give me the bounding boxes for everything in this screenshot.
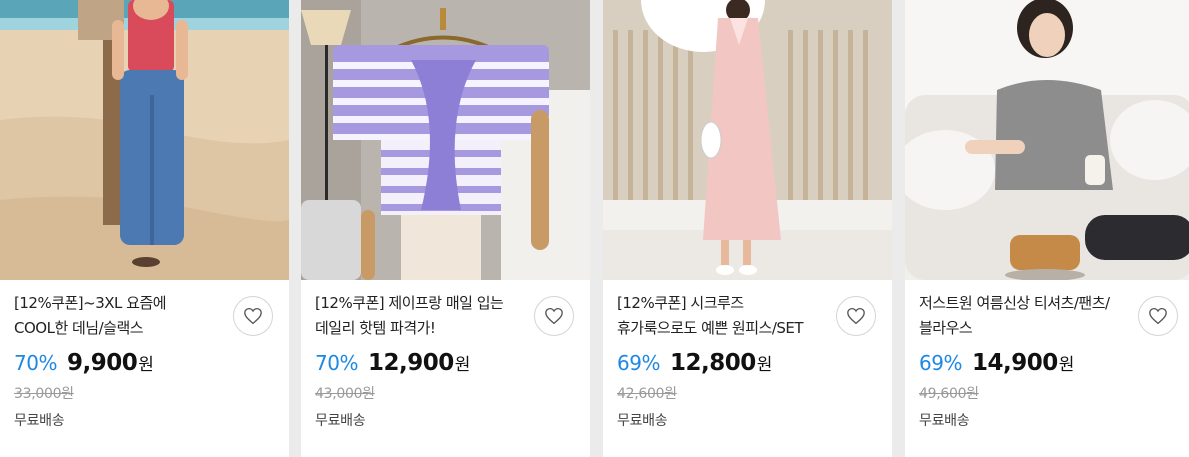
wishlist-button[interactable]	[1138, 296, 1178, 336]
sale-price: 12,900	[367, 350, 454, 376]
shipping-label: 무료배송	[315, 413, 366, 429]
product-title[interactable]: [12%쿠폰] 시크루즈 휴가룩으로도 예쁜 원피스/SET	[617, 291, 827, 341]
heart-icon	[847, 307, 865, 325]
discount-rate: 70%	[315, 351, 358, 375]
wishlist-button[interactable]	[534, 296, 574, 336]
product-image[interactable]	[603, 0, 892, 280]
currency-label: 원	[454, 355, 471, 375]
product-grid: [12%쿠폰]~3XL 요즘에 COOL한 데님/슬랙스 70% 9,900 원…	[0, 0, 1189, 457]
product-title[interactable]: [12%쿠폰]~3XL 요즘에 COOL한 데님/슬랙스	[14, 291, 224, 341]
original-price: 43,000원	[315, 386, 375, 402]
currency-label: 원	[756, 355, 773, 375]
heart-icon	[244, 307, 262, 325]
discount-rate: 69%	[617, 351, 660, 375]
product-card[interactable]: [12%쿠폰]~3XL 요즘에 COOL한 데님/슬랙스 70% 9,900 원…	[0, 0, 289, 457]
heart-icon	[1149, 307, 1167, 325]
product-image[interactable]	[301, 0, 590, 280]
product-card[interactable]: [12%쿠폰] 시크루즈 휴가룩으로도 예쁜 원피스/SET 69% 12,80…	[603, 0, 892, 457]
price-row: 69% 12,800 원	[617, 350, 772, 380]
price-row: 70% 9,900 원	[14, 350, 154, 380]
product-title[interactable]: 저스트원 여름신상 티셔츠/팬츠/블라우스	[919, 291, 1129, 341]
discount-rate: 70%	[14, 351, 57, 375]
product-image[interactable]	[905, 0, 1189, 280]
wishlist-button[interactable]	[836, 296, 876, 336]
product-card[interactable]: [12%쿠폰] 제이프랑 매일 입는 데일리 핫템 파격가! 70% 12,90…	[301, 0, 590, 457]
sale-price: 14,900	[971, 350, 1058, 376]
price-row: 70% 12,900 원	[315, 350, 470, 380]
original-price: 42,600원	[617, 386, 677, 402]
price-row: 69% 14,900 원	[919, 350, 1074, 380]
original-price: 49,600원	[919, 386, 979, 402]
shipping-label: 무료배송	[14, 413, 65, 429]
sale-price: 9,900	[66, 350, 138, 376]
heart-icon	[545, 307, 563, 325]
product-title[interactable]: [12%쿠폰] 제이프랑 매일 입는 데일리 핫템 파격가!	[315, 291, 525, 341]
product-card[interactable]: 저스트원 여름신상 티셔츠/팬츠/블라우스 69% 14,900 원 49,60…	[905, 0, 1189, 457]
wishlist-button[interactable]	[233, 296, 273, 336]
sale-price: 12,800	[669, 350, 756, 376]
currency-label: 원	[138, 355, 154, 375]
original-price: 33,000원	[14, 386, 74, 402]
shipping-label: 무료배송	[919, 413, 970, 429]
currency-label: 원	[1058, 355, 1075, 375]
discount-rate: 69%	[919, 351, 962, 375]
product-image[interactable]	[0, 0, 289, 280]
shipping-label: 무료배송	[617, 413, 668, 429]
